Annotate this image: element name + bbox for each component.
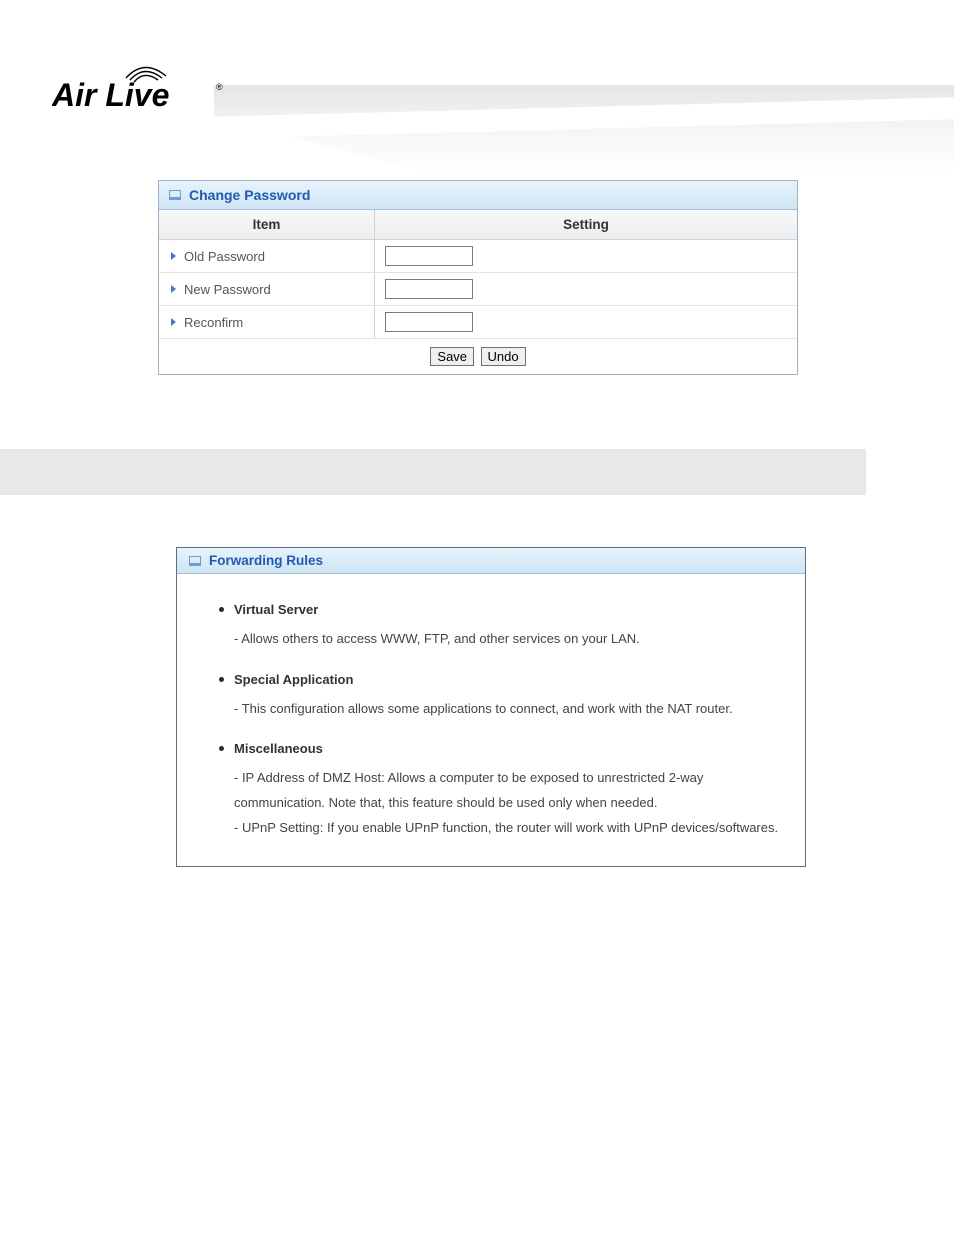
special-application-desc: - This configuration allows some applica… <box>234 697 781 722</box>
table-row: Reconfirm <box>159 306 797 339</box>
reconfirm-label: Reconfirm <box>184 315 243 330</box>
brand-logo: Air Live ® <box>52 62 228 119</box>
miscellaneous-title: Miscellaneous <box>234 741 323 756</box>
change-password-table: Item Setting Old Password New Password <box>159 210 797 374</box>
reconfirm-input[interactable] <box>385 312 473 332</box>
new-password-label: New Password <box>184 282 271 297</box>
panel-marker-icon <box>169 190 181 200</box>
button-row: Save Undo <box>159 339 797 374</box>
change-password-title: Change Password <box>189 187 310 203</box>
svg-text:Air Live: Air Live <box>52 77 169 113</box>
list-item: Miscellaneous - IP Address of DMZ Host: … <box>219 741 781 840</box>
svg-text:®: ® <box>216 82 223 92</box>
forwarding-rules-panel: Forwarding Rules Virtual Server - Allows… <box>176 547 806 867</box>
new-password-input[interactable] <box>385 279 473 299</box>
old-password-input[interactable] <box>385 246 473 266</box>
change-password-header: Change Password <box>159 181 797 210</box>
table-row: Old Password <box>159 240 797 273</box>
table-header-row: Item Setting <box>159 210 797 240</box>
list-item: Virtual Server - Allows others to access… <box>219 602 781 652</box>
table-header-setting: Setting <box>375 210 797 239</box>
undo-button[interactable]: Undo <box>481 347 526 366</box>
bullet-icon <box>219 746 224 751</box>
change-password-panel: Change Password Item Setting Old Passwor… <box>158 180 798 375</box>
forwarding-rules-title: Forwarding Rules <box>209 553 323 568</box>
grey-spacer <box>0 449 866 495</box>
table-header-item: Item <box>159 210 375 239</box>
save-button[interactable]: Save <box>430 347 474 366</box>
miscellaneous-desc: - IP Address of DMZ Host: Allows a compu… <box>234 766 781 840</box>
chevron-right-icon <box>171 285 176 293</box>
page-header: Air Live ® <box>0 0 954 180</box>
table-row: New Password <box>159 273 797 306</box>
forwarding-rules-header: Forwarding Rules <box>177 548 805 574</box>
chevron-right-icon <box>171 318 176 326</box>
virtual-server-title: Virtual Server <box>234 602 318 617</box>
bullet-icon <box>219 677 224 682</box>
special-application-title: Special Application <box>234 672 353 687</box>
header-decor-swoosh <box>214 85 954 175</box>
chevron-right-icon <box>171 252 176 260</box>
old-password-label: Old Password <box>184 249 265 264</box>
virtual-server-desc: - Allows others to access WWW, FTP, and … <box>234 627 781 652</box>
forwarding-rules-body: Virtual Server - Allows others to access… <box>177 574 805 866</box>
bullet-icon <box>219 607 224 612</box>
panel-marker-icon <box>189 556 201 566</box>
list-item: Special Application - This configuration… <box>219 672 781 722</box>
